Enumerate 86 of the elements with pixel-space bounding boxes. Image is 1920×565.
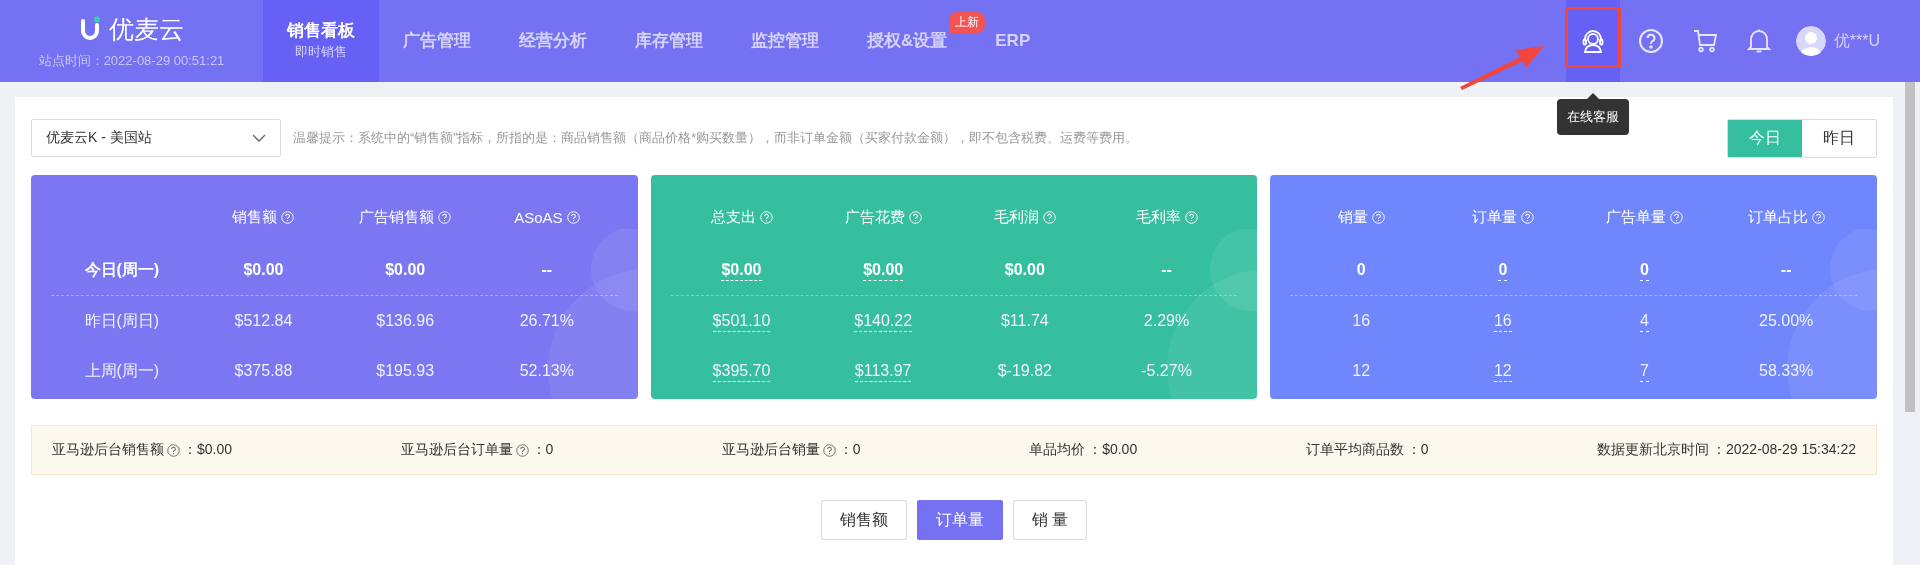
logo-text: 优麦云 <box>109 13 184 45</box>
column-header: ASoAS <box>514 208 563 226</box>
help-icon[interactable] <box>822 443 836 457</box>
nav-tab[interactable]: 广告管理 <box>379 0 495 82</box>
summary-value: ：$0.00 <box>183 441 233 459</box>
metric-button[interactable]: 订单量 <box>916 500 1003 540</box>
value-text: -- <box>541 261 553 278</box>
support-headset-icon[interactable] <box>1565 0 1620 82</box>
logo-icon <box>79 16 101 42</box>
store-select[interactable]: 优麦云K - 美国站 <box>31 119 281 157</box>
metric-button[interactable]: 销 量 <box>1012 500 1088 540</box>
help-icon[interactable] <box>515 443 529 457</box>
value-link[interactable]: 7 <box>1640 362 1649 382</box>
column-header: 广告单量 <box>1606 207 1666 227</box>
value-text: $136.96 <box>376 312 435 329</box>
value-link[interactable]: 12 <box>1493 362 1512 382</box>
summary-value: ：$0.00 <box>1088 441 1138 459</box>
column-header: 毛利率 <box>1135 207 1181 227</box>
summary-value: ：0 <box>531 441 554 459</box>
summary-label: 单品均价 <box>1029 441 1086 459</box>
nav-tab[interactable]: 库存管理 <box>611 0 727 82</box>
value-link[interactable]: 0 <box>1498 261 1508 281</box>
value-text: 26.71% <box>519 312 574 329</box>
summary-value: ：0 <box>1406 441 1429 459</box>
column-header: 广告花费 <box>844 207 905 227</box>
nav-tab[interactable]: 监控管理 <box>727 0 843 82</box>
column-header: 订单占比 <box>1747 207 1808 227</box>
value-text: $0.00 <box>385 261 426 278</box>
value-link[interactable]: $140.22 <box>854 312 913 332</box>
summary-label: 订单平均商品数 <box>1305 441 1404 459</box>
value-link[interactable]: 4 <box>1640 312 1649 332</box>
value-text: $-19.82 <box>997 362 1052 379</box>
value-text: $195.93 <box>376 362 435 379</box>
column-header: 毛利润 <box>993 207 1039 227</box>
value-link[interactable]: 0 <box>1640 261 1649 281</box>
column-header: 销售额 <box>232 207 278 227</box>
value-text: 12 <box>1352 362 1371 379</box>
summary-value: ：2022-08-29 15:34:22 <box>1712 441 1856 459</box>
value-text: -- <box>1780 261 1792 278</box>
highlight-frame <box>1564 7 1621 68</box>
value-text: -- <box>1161 261 1172 278</box>
new-badge: 上新 <box>949 12 986 33</box>
value-link[interactable]: $395.70 <box>712 362 771 382</box>
summary-label: 亚马逊后台销量 <box>721 441 820 459</box>
value-link[interactable]: $0.00 <box>721 261 762 281</box>
metric-button[interactable]: 销售额 <box>820 500 907 540</box>
value-text: $0.00 <box>243 261 284 278</box>
column-header: 订单量 <box>1471 207 1517 227</box>
value-text: 52.13% <box>519 362 574 379</box>
site-time: 站点时间：2022-08-29 00:51:21 <box>38 51 225 70</box>
summary-label: 数据更新北京时间 <box>1597 441 1709 459</box>
summary-label: 亚马逊后台销售额 <box>52 441 164 459</box>
value-text: $0.00 <box>1004 261 1045 278</box>
value-text: -5.27% <box>1141 362 1192 379</box>
hint-text: 温馨提示：系统中的“销售额”指标，所指的是：商品销售额（商品价格*购买数量），而非订单金额（买家付款金额），即不包含税费、运费等费用。 <box>293 129 1139 147</box>
column-header: 广告销售额 <box>359 207 435 227</box>
avatar-icon[interactable] <box>1795 26 1826 56</box>
value-link[interactable]: 16 <box>1493 312 1512 332</box>
day-toggle[interactable]: 今日 <box>1728 119 1802 157</box>
tooltip: 在线客服 <box>1556 99 1629 135</box>
value-text: $512.84 <box>234 312 293 329</box>
row-label: 今日(周一) <box>84 260 160 278</box>
nav-tab[interactable]: 销售看板 即时销售 <box>263 0 379 82</box>
value-text: $11.74 <box>1000 312 1049 329</box>
value-text: $375.88 <box>234 362 293 379</box>
day-toggle[interactable]: 昨日 <box>1802 119 1876 157</box>
column-header: 总支出 <box>710 207 756 227</box>
chevron-down-icon <box>252 134 266 142</box>
value-text: 16 <box>1352 312 1371 329</box>
scrollbar[interactable] <box>1905 82 1915 412</box>
nav-tab[interactable]: 经营分析 <box>495 0 611 82</box>
summary-label: 亚马逊后台订单量 <box>400 441 513 459</box>
column-header: 销量 <box>1337 207 1368 227</box>
row-label: 上周(周一) <box>84 361 160 379</box>
value-text: 58.33% <box>1759 362 1814 379</box>
help-icon[interactable] <box>167 443 180 457</box>
user-name[interactable]: 优***U <box>1833 30 1880 52</box>
value-text: 2.29% <box>1143 312 1190 329</box>
summary-value: ：0 <box>838 441 861 459</box>
tooltip-pointer <box>1586 93 1599 99</box>
value-text: 25.00% <box>1759 312 1814 329</box>
row-label: 昨日(周日) <box>84 311 160 329</box>
value-link[interactable]: $0.00 <box>863 261 904 281</box>
value-link[interactable]: $501.10 <box>712 312 771 332</box>
value-link[interactable]: $113.97 <box>854 362 912 382</box>
value-text: 0 <box>1356 261 1366 278</box>
